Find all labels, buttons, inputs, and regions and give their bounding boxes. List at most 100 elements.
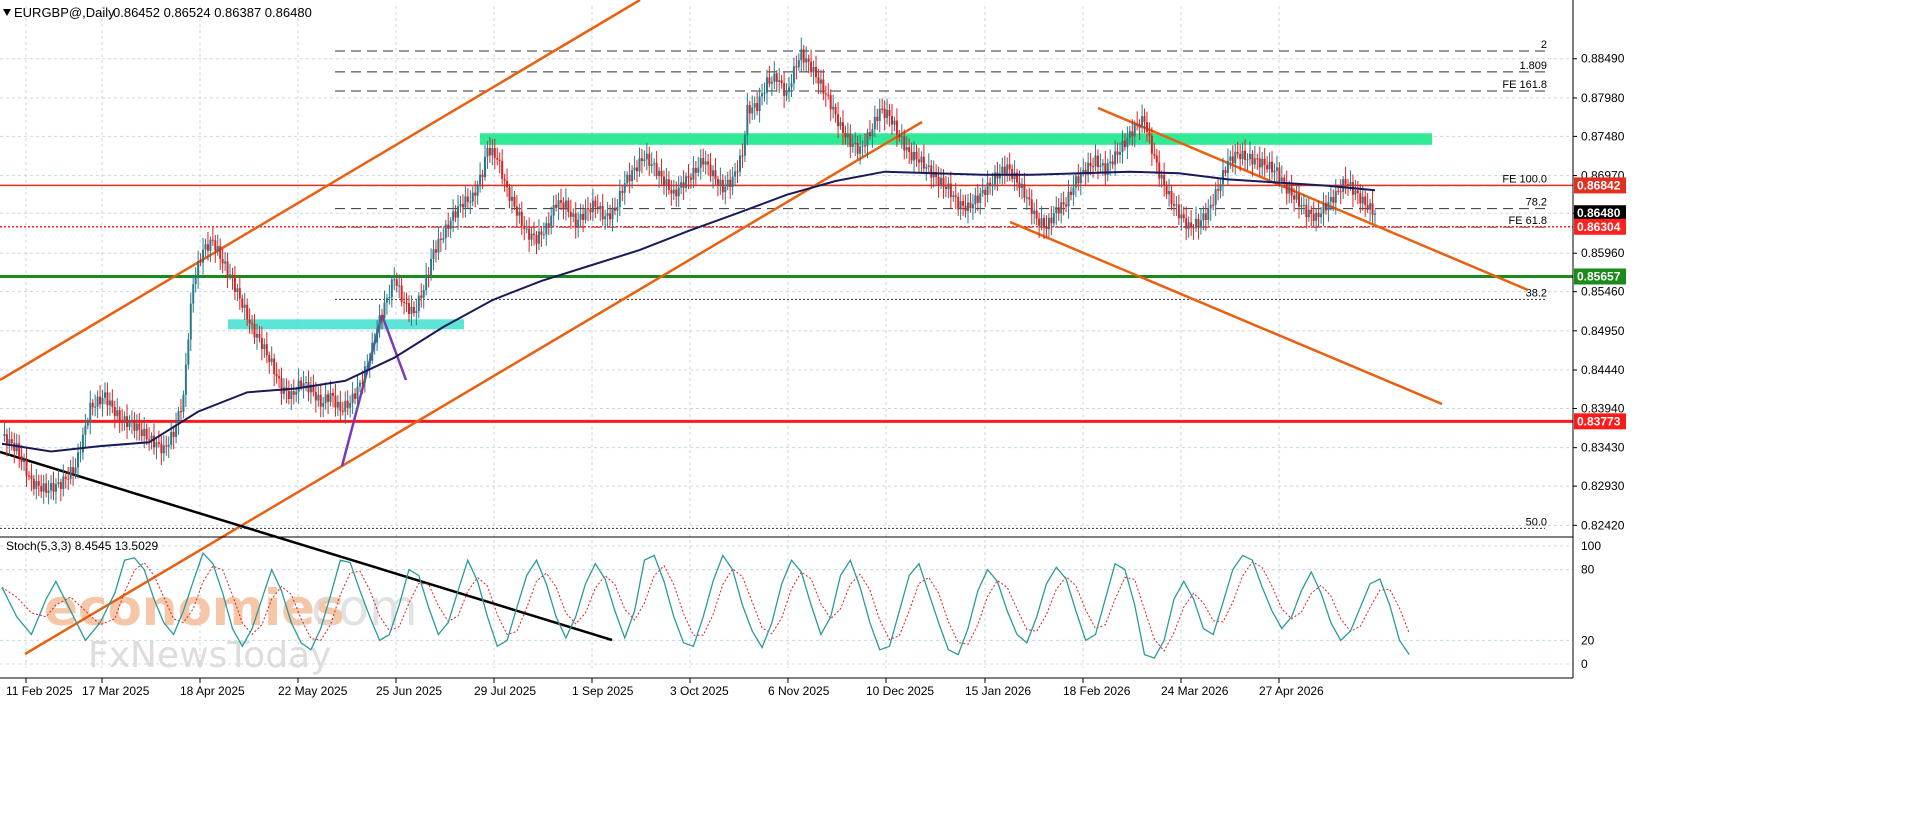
candle-body xyxy=(1025,197,1028,199)
candle-body xyxy=(430,258,433,276)
candle-body xyxy=(229,274,232,277)
candle-body xyxy=(64,476,67,479)
candle-body xyxy=(971,204,974,209)
candle-body xyxy=(552,204,555,216)
candle-body xyxy=(378,315,381,329)
candle-body xyxy=(1121,140,1124,152)
candle-body xyxy=(493,148,496,159)
candle-body xyxy=(155,442,158,448)
y-tick-label: 0.82420 xyxy=(1581,518,1625,532)
y-tick-label: 0.87480 xyxy=(1581,129,1625,143)
candle-body xyxy=(594,200,597,207)
candle-body xyxy=(1278,167,1281,182)
candle-body xyxy=(599,206,602,210)
candle-body xyxy=(329,392,332,402)
candle-body xyxy=(18,443,21,457)
candle-body xyxy=(1092,166,1095,168)
candle-body xyxy=(1158,162,1161,179)
candle-body xyxy=(236,288,239,292)
candle-body xyxy=(925,166,928,169)
candle-body xyxy=(734,171,737,177)
ohlc-values: 0.86452 0.86524 0.86387 0.86480 xyxy=(113,5,312,20)
candle-body xyxy=(1165,185,1168,195)
candle-body xyxy=(1150,136,1153,154)
candle-body xyxy=(118,410,121,422)
candle-body xyxy=(986,182,989,196)
candle-body xyxy=(474,192,477,196)
candle-body xyxy=(763,92,766,94)
candle-body xyxy=(829,95,832,110)
candle-body xyxy=(420,295,423,298)
candle-body xyxy=(40,485,43,492)
candle-body xyxy=(518,211,521,216)
candle-body xyxy=(204,244,207,250)
candle-body xyxy=(238,288,241,299)
candle-body xyxy=(209,239,212,251)
candle-body xyxy=(873,116,876,130)
price-chart[interactable]: economies .com FxNewsToday 21.809FE 161.… xyxy=(0,0,1916,840)
candle-body xyxy=(381,315,384,318)
candle-body xyxy=(1307,209,1310,218)
candle-body xyxy=(716,179,719,186)
candle-body xyxy=(1069,191,1072,195)
candle-body xyxy=(841,122,844,133)
candle-body xyxy=(751,107,754,114)
candle-body xyxy=(1182,214,1185,219)
candle-body xyxy=(434,249,437,253)
candle-body xyxy=(407,303,410,314)
candle-body xyxy=(660,170,663,177)
candle-body xyxy=(790,83,793,88)
candle-body xyxy=(675,189,678,197)
candle-body xyxy=(263,344,266,350)
candle-body xyxy=(32,478,35,489)
candle-body xyxy=(469,201,472,203)
candle-body xyxy=(1344,179,1347,185)
price-tag-label: 0.86304 xyxy=(1577,220,1621,234)
candle-body xyxy=(974,195,977,205)
candle-body xyxy=(1190,222,1193,228)
candle-body xyxy=(984,189,987,196)
candle-body xyxy=(192,284,195,304)
candle-body xyxy=(89,402,92,423)
stoch-title: Stoch(5,3,3) 8.4545 13.5029 xyxy=(6,539,158,553)
candle-body xyxy=(327,394,330,402)
candle-body xyxy=(883,108,886,119)
candle-body xyxy=(1038,218,1041,226)
candle-body xyxy=(1047,217,1050,230)
candle-body xyxy=(376,328,379,343)
candle-body xyxy=(1280,177,1283,182)
candle-body xyxy=(184,364,187,395)
candle-body xyxy=(54,484,57,492)
candle-body xyxy=(398,285,401,287)
candle-body xyxy=(1089,162,1092,167)
candle-body xyxy=(10,439,13,444)
candle-body xyxy=(564,200,567,210)
candle-body xyxy=(1217,189,1220,191)
candle-body xyxy=(322,403,325,407)
candle-body xyxy=(805,58,808,63)
fib-label: 38.2 xyxy=(1526,287,1547,299)
candle-body xyxy=(1329,197,1332,202)
candle-body xyxy=(170,431,173,445)
candle-body xyxy=(69,467,72,479)
candle-body xyxy=(645,153,648,160)
candle-body xyxy=(930,165,933,178)
candle-body xyxy=(412,306,415,314)
candle-body xyxy=(417,295,420,312)
candle-body xyxy=(726,179,729,187)
candle-body xyxy=(712,170,715,177)
candle-body xyxy=(677,187,680,197)
candle-body xyxy=(317,394,320,401)
candle-body xyxy=(824,93,827,95)
candle-body xyxy=(702,158,705,165)
candle-body xyxy=(1297,194,1300,207)
candle-body xyxy=(1202,213,1205,221)
candle-body xyxy=(621,190,624,193)
candle-body xyxy=(1101,163,1104,166)
candle-body xyxy=(233,277,236,292)
candle-body xyxy=(756,103,759,112)
candle-body xyxy=(920,156,923,163)
x-tick-label: 1 Sep 2025 xyxy=(572,684,634,698)
candle-body xyxy=(243,304,246,308)
candle-body xyxy=(1131,131,1134,137)
